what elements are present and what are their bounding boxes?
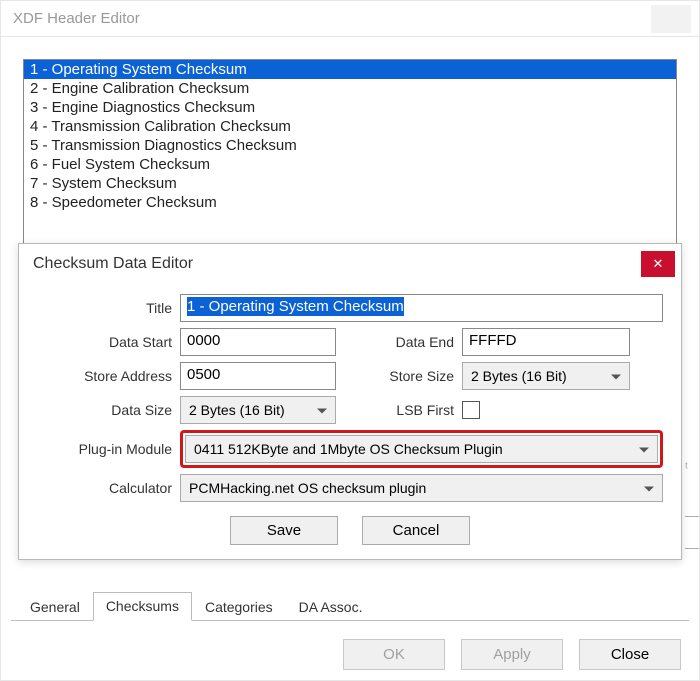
checksum-data-editor-dialog: Checksum Data Editor ✕ Title 1 - Operati… [18, 243, 682, 560]
label-data-end: Data End [362, 334, 454, 350]
label-data-size: Data Size [37, 402, 172, 418]
label-lsb-first: LSB First [362, 402, 454, 418]
calculator-select[interactable]: PCMHacking.net OS checksum plugin [180, 474, 663, 502]
list-item[interactable]: 2 - Engine Calibration Checksum [24, 79, 676, 98]
label-title: Title [37, 300, 172, 316]
data-end-field[interactable]: FFFFD [462, 328, 630, 356]
window-title: XDF Header Editor [13, 10, 140, 27]
tab-da-assoc[interactable]: DA Assoc. [286, 593, 376, 621]
cancel-button[interactable]: Cancel [362, 516, 470, 545]
ok-button[interactable]: OK [343, 639, 445, 670]
close-icon: ✕ [653, 256, 664, 272]
tab-general[interactable]: General [17, 593, 93, 621]
data-size-select[interactable]: 2 Bytes (16 Bit) [180, 396, 336, 424]
store-size-select[interactable]: 2 Bytes (16 Bit) [462, 362, 630, 390]
list-item[interactable]: 5 - Transmission Diagnostics Checksum [24, 136, 676, 155]
list-item[interactable]: 4 - Transmission Calibration Checksum [24, 117, 676, 136]
label-data-start: Data Start [37, 334, 172, 350]
tab-checksums[interactable]: Checksums [93, 592, 192, 621]
list-item[interactable]: 8 - Speedometer Checksum [24, 193, 676, 212]
title-field[interactable]: 1 - Operating System Checksum [180, 294, 663, 322]
data-start-field[interactable]: 0000 [180, 328, 336, 356]
list-item[interactable]: 3 - Engine Diagnostics Checksum [24, 98, 676, 117]
list-item[interactable]: 6 - Fuel System Checksum [24, 155, 676, 174]
tab-categories[interactable]: Categories [192, 593, 286, 621]
label-store-size: Store Size [362, 368, 454, 384]
plugin-module-select[interactable]: 0411 512KByte and 1Mbyte OS Checksum Plu… [185, 435, 658, 463]
list-item[interactable]: 7 - System Checksum [24, 174, 676, 193]
label-calculator: Calculator [37, 480, 172, 496]
plugin-highlight: 0411 512KByte and 1Mbyte OS Checksum Plu… [180, 430, 663, 468]
label-store-address: Store Address [37, 368, 172, 384]
label-plugin-module: Plug-in Module [37, 441, 172, 457]
dialog-title: Checksum Data Editor [33, 255, 193, 273]
tabstrip: General Checksums Categories DA Assoc. [11, 591, 689, 621]
save-button[interactable]: Save [230, 516, 338, 545]
dialog-close-button[interactable]: ✕ [641, 251, 675, 277]
lsb-first-checkbox[interactable] [462, 401, 480, 419]
store-address-field[interactable]: 0500 [180, 362, 336, 390]
apply-button[interactable]: Apply [461, 639, 563, 670]
list-item[interactable]: 1 - Operating System Checksum [24, 60, 676, 79]
outer-close-icon[interactable] [651, 5, 691, 33]
obscured-text: ᵗ—— [685, 459, 699, 555]
close-button[interactable]: Close [579, 639, 681, 670]
checksum-list[interactable]: 1 - Operating System Checksum 2 - Engine… [23, 59, 677, 249]
